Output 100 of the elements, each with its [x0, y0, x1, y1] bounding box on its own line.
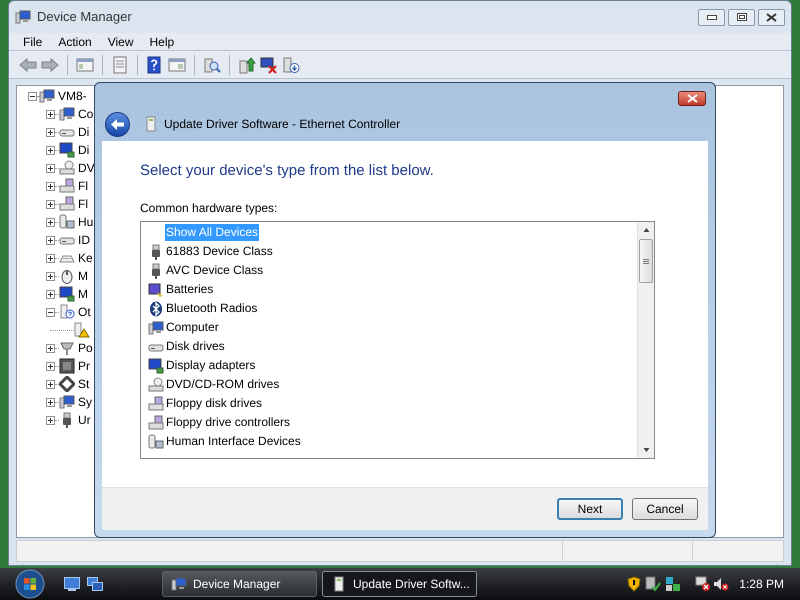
list-item[interactable]: Batteries [165, 281, 214, 298]
list-item[interactable]: 61883 Device Class [165, 243, 274, 260]
tree-item[interactable]: Ur [78, 411, 91, 429]
monitor-icon [59, 286, 75, 302]
close-button[interactable] [758, 8, 785, 26]
device-manager-icon [15, 9, 31, 25]
dialog-heading: Select your device's type from the list below. [140, 162, 435, 180]
start-orb-icon [15, 569, 45, 599]
show-desktop-icon[interactable] [64, 577, 80, 591]
tree-item[interactable]: ID [78, 231, 90, 249]
menu-item[interactable]: File [17, 32, 48, 50]
list-item[interactable]: DVD/CD-ROM drives [165, 376, 280, 393]
maximize-icon [736, 13, 746, 21]
list-item[interactable]: Floppy disk drives [165, 395, 264, 412]
expand-box-icon[interactable] [46, 416, 55, 424]
question-icon [59, 304, 75, 320]
collapse-box-icon[interactable] [28, 92, 37, 100]
update-check-icon[interactable] [645, 576, 662, 592]
tree-item[interactable]: VM8- [58, 87, 87, 105]
list-item[interactable]: Display adapters [165, 357, 256, 374]
tree-item[interactable]: Pr [78, 357, 90, 375]
expand-box-icon[interactable] [46, 182, 55, 190]
forward-arrow-icon[interactable] [41, 56, 59, 74]
tree-item[interactable]: Po [78, 339, 93, 357]
volume-muted-icon[interactable] [713, 576, 730, 592]
tree-item[interactable]: Fl [78, 177, 88, 195]
disable-device-icon[interactable] [282, 56, 300, 74]
expand-box-icon[interactable] [46, 128, 55, 136]
expand-box-icon[interactable] [46, 236, 55, 244]
window-title: Device Manager [37, 8, 132, 26]
tree-item[interactable]: Fl [78, 195, 88, 213]
switch-windows-icon[interactable] [87, 577, 103, 591]
floppy-icon [148, 414, 164, 430]
list-item[interactable]: Disk drives [165, 338, 226, 355]
tree-item[interactable]: Di [78, 123, 90, 141]
expand-box-icon[interactable] [46, 146, 55, 154]
tree-item[interactable]: DV [78, 159, 95, 177]
dialog-title: Update Driver Software - Ethernet Controller [164, 116, 400, 133]
disconnected-network-icon[interactable] [695, 576, 712, 592]
menu-item[interactable]: View [102, 32, 140, 50]
menu-item[interactable]: Action [52, 32, 98, 50]
tree-item[interactable]: M [78, 285, 88, 303]
monitor-icon [148, 358, 164, 374]
expand-box-icon[interactable] [46, 344, 55, 352]
scan-icon[interactable] [203, 56, 221, 74]
tree-item[interactable]: Hu [78, 213, 94, 231]
chip-icon [59, 358, 75, 374]
expand-box-icon[interactable] [46, 290, 55, 298]
back-arrow-icon[interactable] [19, 56, 37, 74]
scrollbar[interactable] [637, 222, 654, 458]
scrollbar-thumb[interactable] [639, 239, 653, 283]
tree-item[interactable]: St [78, 375, 90, 393]
expand-box-icon[interactable] [46, 398, 55, 406]
update-driver-icon[interactable] [238, 56, 256, 74]
properties-icon[interactable] [111, 56, 129, 74]
list-item[interactable]: Computer [165, 319, 220, 336]
taskbar-button[interactable]: Update Driver Softw... [322, 571, 477, 597]
close-icon [686, 94, 698, 103]
expand-box-icon[interactable] [46, 380, 55, 388]
floppy-icon [148, 396, 164, 412]
expand-box-icon[interactable] [46, 272, 55, 280]
expand-box-icon[interactable] [46, 110, 55, 118]
panel-icon[interactable] [168, 56, 186, 74]
tree-item[interactable]: Ke [78, 249, 93, 267]
uninstall-icon[interactable] [260, 56, 278, 74]
dialog-button[interactable]: Next [557, 498, 623, 520]
warning-icon [74, 322, 90, 338]
menu-item[interactable]: Help [144, 32, 180, 50]
back-button[interactable] [105, 112, 130, 136]
list-item[interactable]: Floppy drive controllers [165, 414, 292, 431]
dialog-button[interactable]: Cancel [632, 498, 698, 520]
network-icon[interactable] [665, 576, 682, 592]
clock[interactable]: 1:28 PM [739, 575, 784, 593]
tree-item[interactable]: Co [78, 105, 94, 123]
optical-icon [59, 160, 75, 176]
expand-box-icon[interactable] [46, 362, 55, 370]
minimize-button[interactable] [698, 8, 725, 26]
tree-item[interactable]: Di [78, 141, 90, 159]
close-button[interactable] [678, 91, 706, 106]
taskbar-button[interactable]: Device Manager [162, 571, 317, 597]
computer-icon [171, 576, 187, 592]
collapse-box-icon[interactable] [46, 308, 55, 316]
shield-icon[interactable] [627, 576, 642, 592]
floppy-icon [59, 196, 75, 212]
close-icon [766, 12, 777, 22]
expand-box-icon[interactable] [46, 200, 55, 208]
maximize-button[interactable] [728, 8, 755, 26]
list-item[interactable]: Human Interface Devices [165, 433, 302, 450]
tree-item[interactable]: M [78, 267, 88, 285]
expand-box-icon[interactable] [46, 254, 55, 262]
tree-item[interactable]: Sy [78, 393, 92, 411]
tree-item[interactable]: Ot [78, 303, 91, 321]
port-icon [59, 340, 75, 356]
expand-box-icon[interactable] [46, 218, 55, 226]
diamond-icon [59, 376, 75, 392]
list-item[interactable]: AVC Device Class [165, 262, 264, 279]
list-item[interactable]: Bluetooth Radios [165, 300, 258, 317]
expand-box-icon[interactable] [46, 164, 55, 172]
battery-icon [148, 282, 164, 298]
panel-icon[interactable] [76, 56, 94, 74]
